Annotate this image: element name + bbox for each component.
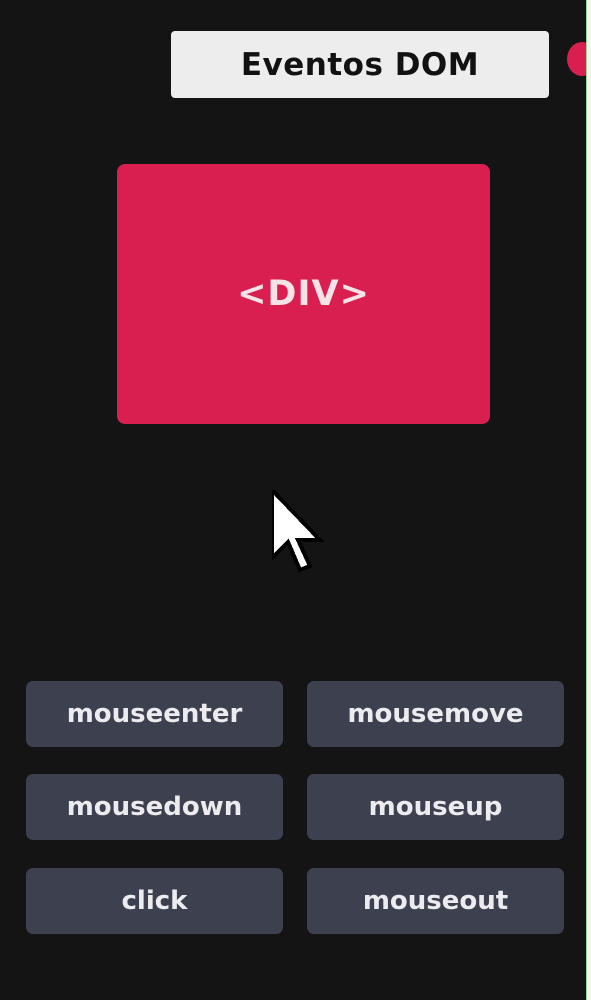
arrow-cursor-icon [272,490,324,573]
event-button-mouseup[interactable]: mouseup [307,774,564,840]
target-div-label: <DIV> [237,274,370,314]
event-button-mousedown[interactable]: mousedown [26,774,283,840]
event-button-click[interactable]: click [26,868,283,934]
page-title: Eventos DOM [240,46,480,83]
window-edge-divider [586,0,591,1000]
event-button-mouseenter[interactable]: mouseenter [26,681,283,747]
event-button-mouseout[interactable]: mouseout [307,868,564,934]
stage: Eventos DOM <DIV> mouseenter mousemove m… [0,0,586,1000]
event-button-mousemove[interactable]: mousemove [307,681,564,747]
target-div[interactable]: <DIV> [117,164,490,424]
title-banner: Eventos DOM [171,31,549,98]
